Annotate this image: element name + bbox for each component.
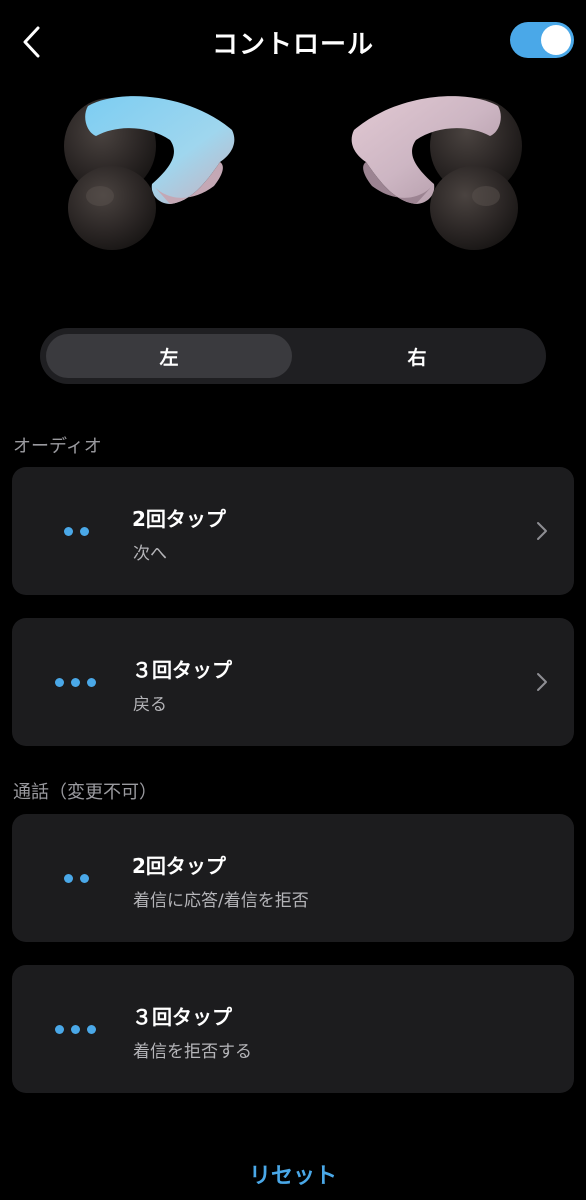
three-dots-icon <box>52 1021 122 1037</box>
left-earbud <box>64 96 235 250</box>
two-dots-icon <box>52 870 122 886</box>
chevron-right-icon <box>537 522 547 540</box>
chevron-right-icon <box>537 673 547 691</box>
card-subtitle: 着信に応答/着信を拒否 <box>133 891 309 911</box>
left-tab[interactable]: 左 <box>46 334 292 378</box>
card-subtitle: 次へ <box>133 544 167 564</box>
three-dots-icon <box>52 674 122 690</box>
call-double-tap-card: 2回タップ 着信に応答/着信を拒否 <box>12 814 574 942</box>
side-selector: 左 右 <box>40 328 546 384</box>
audio-double-tap-card[interactable]: 2回タップ 次へ <box>12 467 574 595</box>
earbuds-image <box>64 96 522 250</box>
card-subtitle: 着信を拒否する <box>133 1042 252 1062</box>
audio-section-label: オーディオ <box>13 436 102 457</box>
card-title: 2回タップ <box>132 854 226 878</box>
card-subtitle: 戻る <box>133 695 167 715</box>
audio-triple-tap-card[interactable]: ３回タップ 戻る <box>12 618 574 746</box>
card-title: ３回タップ <box>132 658 232 682</box>
card-title: ３回タップ <box>132 1005 232 1029</box>
right-tab[interactable]: 右 <box>294 334 540 378</box>
page-title: コントロール <box>211 30 374 60</box>
card-title: 2回タップ <box>132 507 226 531</box>
header: コントロール <box>0 0 586 84</box>
reset-button[interactable]: リセット <box>0 1158 586 1190</box>
toggle-knob <box>541 25 571 55</box>
call-triple-tap-card: ３回タップ 着信を拒否する <box>12 965 574 1093</box>
two-dots-icon <box>52 523 122 539</box>
call-section-label: 通話（変更不可） <box>13 782 157 803</box>
control-toggle[interactable] <box>510 22 574 58</box>
right-earbud <box>351 96 522 250</box>
